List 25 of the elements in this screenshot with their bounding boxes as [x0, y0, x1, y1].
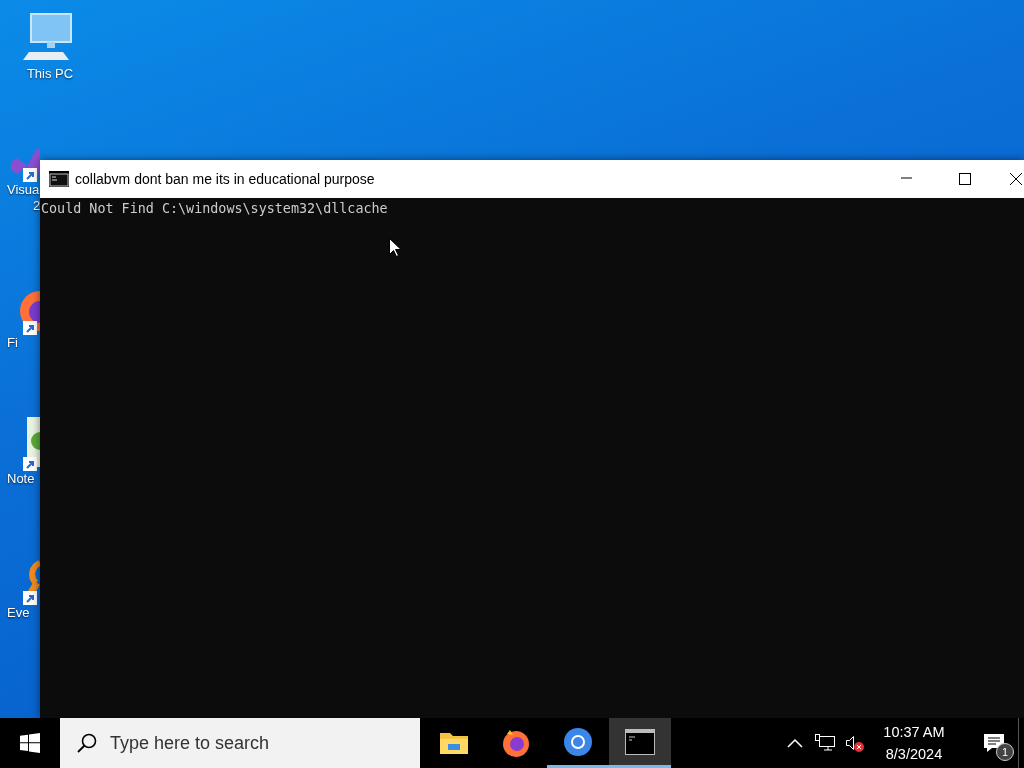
icon-label: Visua — [7, 182, 40, 198]
console-output: Could Not Find C:\windows\system32\dllcache — [40, 200, 389, 218]
notification-button[interactable]: 1 — [972, 718, 1016, 768]
window-title: collabvm dont ban me its in educational purpose — [75, 169, 376, 189]
notification-count: 1 — [996, 743, 1014, 761]
search-bar[interactable]: Type here to search — [60, 718, 420, 768]
folder-icon — [439, 730, 469, 756]
search-field[interactable]: Type here to search — [108, 728, 408, 758]
console-icon — [625, 728, 655, 755]
taskbar-app-button[interactable] — [609, 718, 671, 768]
fox-globe-icon — [501, 728, 531, 758]
icon-label: Note — [7, 471, 35, 487]
icon-label: This PC — [26, 66, 74, 82]
console-icon — [49, 171, 69, 187]
icon-label: Eve — [7, 605, 30, 621]
windows-logo-icon — [20, 733, 40, 753]
clock-date[interactable]: 8/3/2024 — [876, 743, 952, 765]
close-icon — [1010, 173, 1022, 185]
mouse-cursor-icon — [389, 238, 401, 257]
maximize-icon — [959, 173, 971, 185]
clock-time[interactable]: 10:37 AM — [876, 721, 952, 743]
globe-icon — [563, 726, 593, 757]
icon-label: Fi — [7, 335, 18, 351]
icon-label: 2 — [32, 198, 41, 214]
search-icon — [76, 732, 98, 754]
